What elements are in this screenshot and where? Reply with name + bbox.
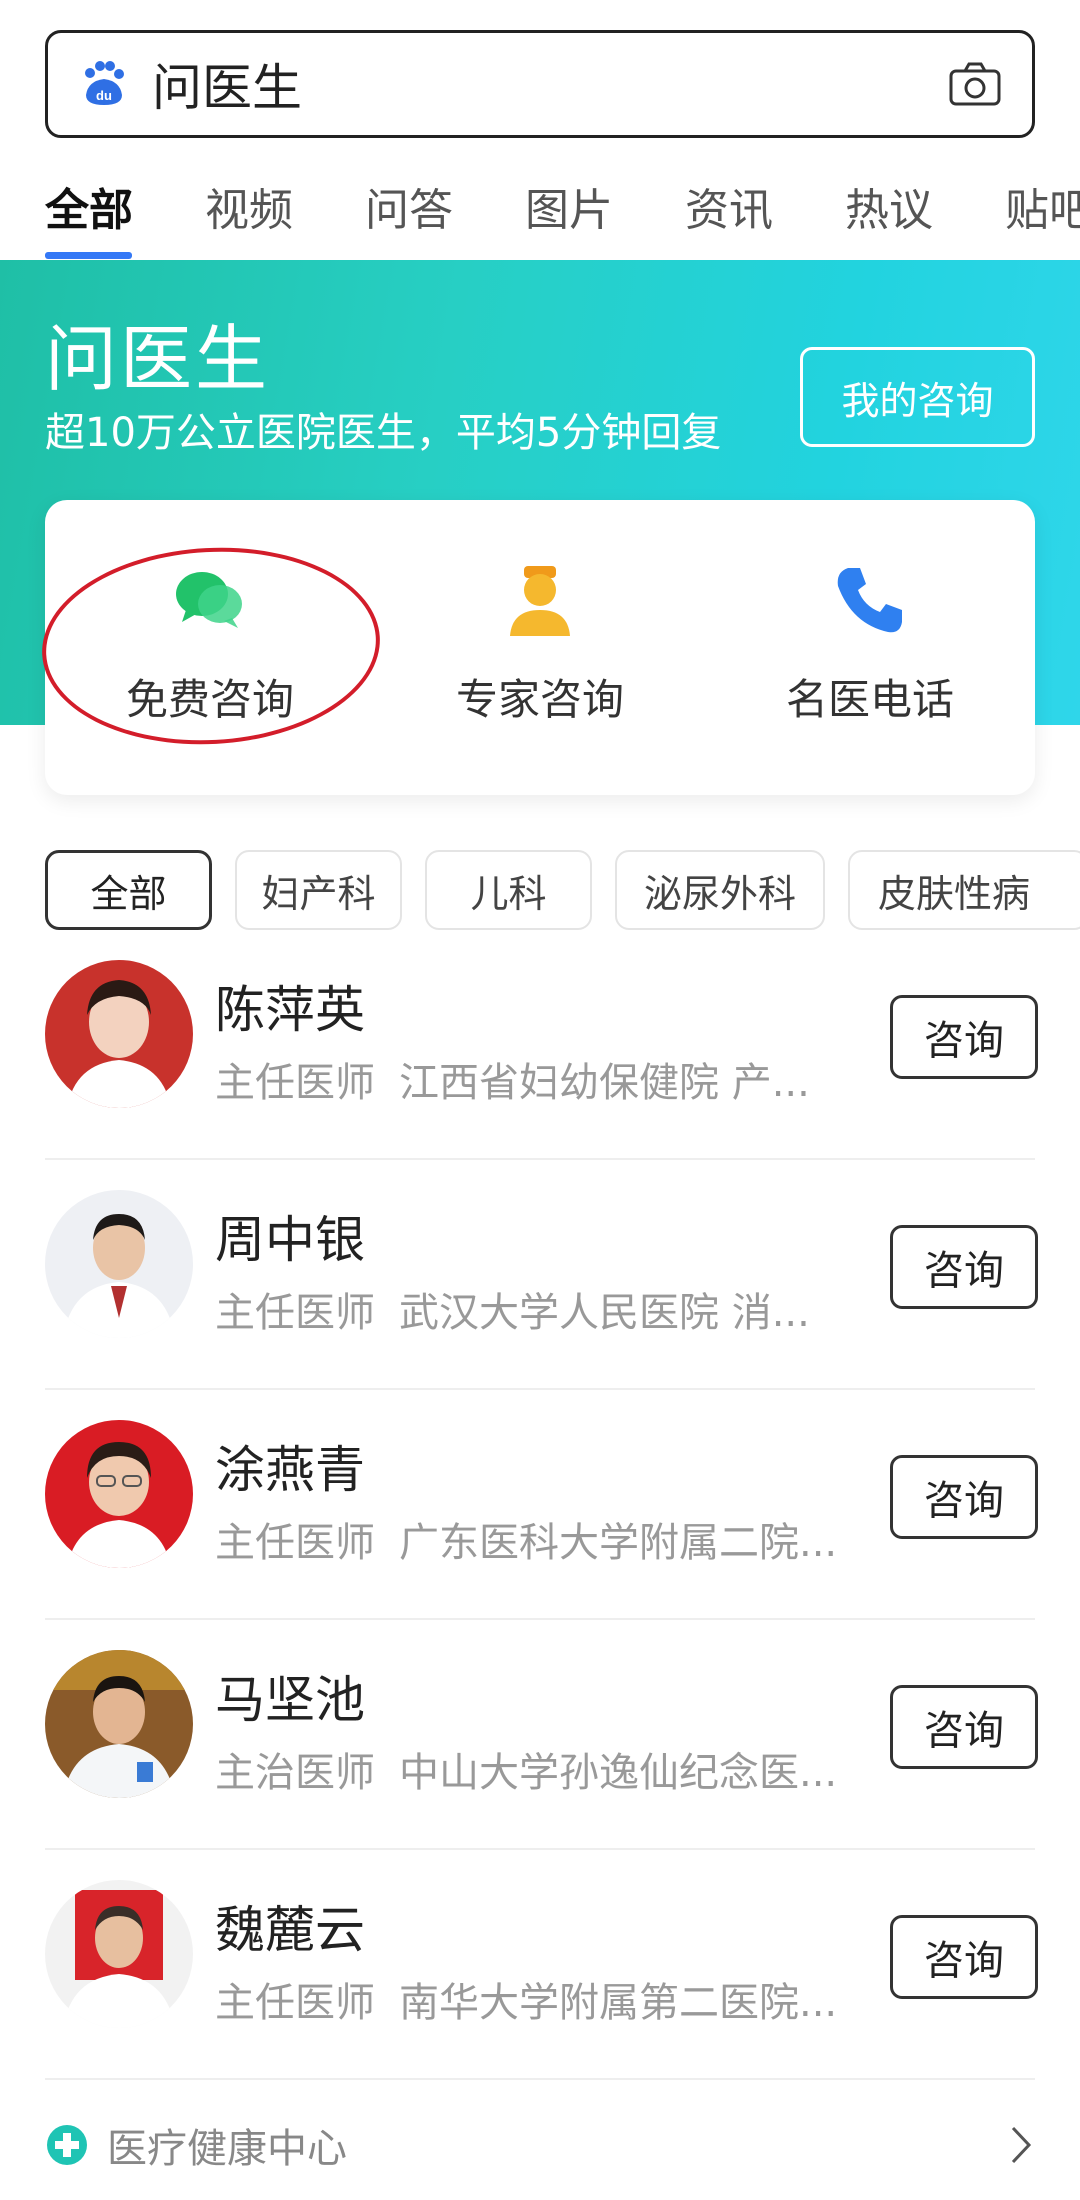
camera-icon[interactable] [948,61,1002,107]
famous-doctor-phone-label: 名医电话 [785,675,954,724]
active-tab-indicator [45,252,132,259]
row-divider [45,1388,1035,1390]
hero-subtitle: 超10万公立医院医生，平均5分钟回复 [45,410,722,456]
doctor-avatar [45,1880,193,2028]
doctor-title: 主任医师 [215,1290,375,1336]
tab-qa[interactable]: 问答 [365,174,453,238]
doctor-hospital: 中山大学孙逸仙纪念医... [399,1750,838,1796]
tab-tieba[interactable]: 贴吧 [1005,174,1080,238]
baidu-paw-icon: du [85,61,124,105]
health-center-link[interactable]: 医疗健康中心 [45,2115,1035,2175]
doctor-meta: 主任医师 江西省妇幼保健院 产... [215,1050,855,1108]
row-divider [45,1848,1035,1850]
tab-news[interactable]: 资讯 [685,174,773,238]
doctor-meta: 主治医师 中山大学孙逸仙纪念医... [215,1740,855,1798]
consult-button[interactable]: 咨询 [890,1225,1038,1309]
doctor-name: 涂燕青 [215,1441,365,1499]
chevron-right-icon [1011,2126,1032,2164]
doctor-hospital: 武汉大学人民医院 消... [399,1290,810,1336]
doctor-title: 主治医师 [215,1750,375,1796]
doctor-name: 陈萍英 [215,981,365,1039]
filter-chip-urology[interactable]: 泌尿外科 [615,850,825,930]
doctor-avatar [45,1420,193,1568]
doctor-hospital: 江西省妇幼保健院 产... [399,1060,810,1106]
search-tabs: 全部 视频 问答 图片 资讯 热议 贴吧 [0,160,1080,260]
health-center-icon [47,2125,87,2165]
department-filter: 全部 妇产科 儿科 泌尿外科 皮肤性病 [45,850,1080,932]
consult-button[interactable]: 咨询 [890,1685,1038,1769]
doctor-title: 主任医师 [215,1980,375,2026]
doctor-meta: 主任医师 广东医科大学附属二院... [215,1510,855,1568]
consult-button[interactable]: 咨询 [890,995,1038,1079]
doctor-name: 周中银 [215,1211,365,1269]
my-consult-button[interactable]: 我的咨询 [800,347,1035,447]
health-center-label: 医疗健康中心 [107,2126,347,2172]
famous-doctor-phone-button[interactable]: 名医电话 [705,560,1035,727]
filter-chip-dermatology[interactable]: 皮肤性病 [848,850,1080,930]
doctor-avatar [45,960,193,1108]
doctor-title: 主任医师 [215,1060,375,1106]
doctor-avatar [45,1190,193,1338]
row-divider [45,1618,1035,1620]
doctor-hospital: 南华大学附属第二医院... [399,1980,838,2026]
phone-icon [837,568,902,633]
consult-button[interactable]: 咨询 [890,1915,1038,1999]
expert-consult-button[interactable]: 专家咨询 [375,560,705,727]
svg-text:du: du [96,88,112,103]
doctor-meta: 主任医师 武汉大学人民医院 消... [215,1280,855,1338]
doctor-icon [510,566,570,636]
expert-consult-label: 专家咨询 [455,675,624,724]
row-divider [45,1158,1035,1160]
filter-chip-obgyn[interactable]: 妇产科 [235,850,402,930]
hero-title: 问医生 [45,317,271,401]
consult-button[interactable]: 咨询 [890,1455,1038,1539]
doctor-avatar [45,1650,193,1798]
doctor-meta: 主任医师 南华大学附属第二医院... [215,1970,855,2028]
tab-trending[interactable]: 热议 [845,174,933,238]
row-divider [45,2078,1035,2080]
search-bar[interactable]: du 问医生 [45,30,1035,138]
tab-images[interactable]: 图片 [525,174,613,238]
tab-all[interactable]: 全部 [45,174,133,238]
filter-chip-all[interactable]: 全部 [45,850,212,930]
search-query[interactable]: 问医生 [152,48,948,120]
tab-video[interactable]: 视频 [205,174,293,238]
doctor-title: 主任医师 [215,1520,375,1566]
doctor-name: 马坚池 [215,1671,365,1729]
doctor-hospital: 广东医科大学附属二院... [399,1520,838,1566]
filter-chip-pediatrics[interactable]: 儿科 [425,850,592,930]
doctor-name: 魏麓云 [215,1901,365,1959]
